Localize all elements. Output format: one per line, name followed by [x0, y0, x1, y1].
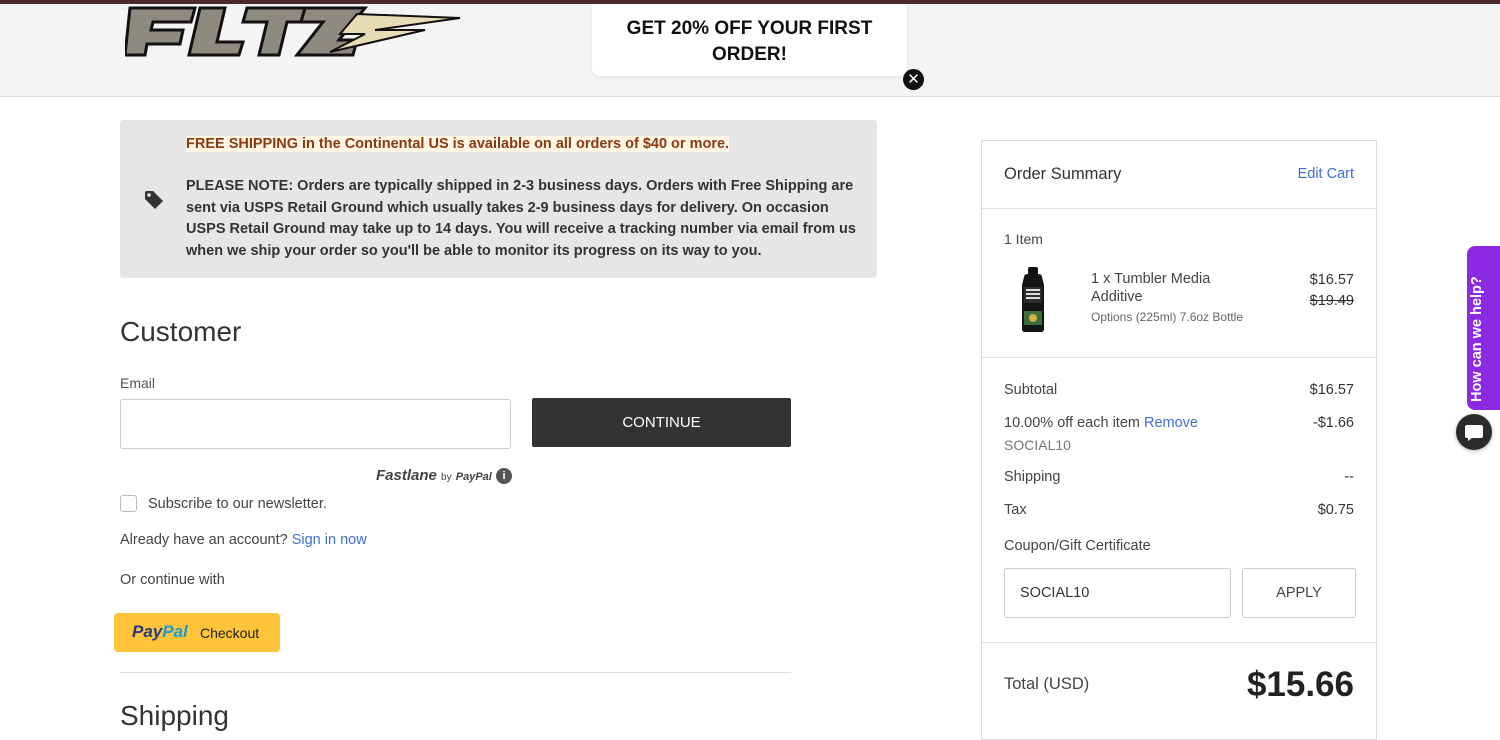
- product-price: $16.57: [1309, 272, 1354, 288]
- account-prompt-text: Already have an account?: [120, 532, 288, 548]
- discount-code: SOCIAL10: [1004, 437, 1071, 453]
- site-logo[interactable]: [123, 4, 465, 65]
- apply-coupon-button[interactable]: APPLY: [1242, 568, 1356, 618]
- discount-label: 10.00% off each item: [1004, 415, 1140, 431]
- free-shipping-text: FREE SHIPPING in the Continental US is a…: [186, 136, 730, 152]
- email-label: Email: [120, 375, 156, 391]
- fastlane-logo: Fastlane by PayPal: [376, 467, 492, 484]
- customer-heading: Customer: [120, 316, 242, 347]
- newsletter-label[interactable]: Subscribe to our newsletter.: [148, 496, 327, 512]
- account-prompt: Already have an account? Sign in now: [120, 532, 367, 548]
- total-value: $15.66: [1246, 665, 1354, 704]
- subtotal-label: Subtotal: [1004, 382, 1058, 398]
- sign-in-link[interactable]: Sign in now: [292, 532, 367, 548]
- shipping-heading: Shipping: [120, 700, 229, 731]
- paypal-logo: PayPal: [132, 622, 188, 641]
- paypal-checkout-label: Checkout: [200, 625, 260, 641]
- fastlane-paypal: PayPal: [455, 471, 492, 483]
- fastlane-brand: Fastlane: [376, 467, 437, 484]
- remove-discount-link[interactable]: Remove: [1144, 415, 1198, 431]
- total-label: Total (USD): [1004, 675, 1090, 693]
- discount-value: -$1.66: [1312, 415, 1354, 431]
- product-image: [1018, 265, 1048, 338]
- help-tab-label: How can we help?: [1469, 276, 1485, 402]
- tag-icon: [144, 190, 164, 215]
- promo-text: GET 20% OFF YOUR FIRST ORDER!: [626, 18, 873, 65]
- close-icon[interactable]: ✕: [903, 69, 924, 90]
- tax-value: $0.75: [1317, 502, 1354, 518]
- chat-icon[interactable]: [1456, 414, 1492, 450]
- subtotal-value: $16.57: [1309, 382, 1354, 398]
- paypal-checkout-button[interactable]: PayPal Checkout: [114, 613, 280, 652]
- shipping-note-text: PLEASE NOTE: Orders are typically shippe…: [186, 178, 856, 259]
- shipping-label: Shipping: [1004, 469, 1061, 485]
- email-field[interactable]: [120, 399, 511, 449]
- coupon-label: Coupon/Gift Certificate: [1004, 538, 1151, 554]
- product-options: Options (225ml) 7.6oz Bottle: [1091, 310, 1244, 324]
- section-divider: [120, 672, 791, 673]
- help-tab[interactable]: How can we help?: [1467, 246, 1500, 410]
- info-icon[interactable]: i: [496, 468, 512, 484]
- or-continue-text: Or continue with: [120, 572, 225, 588]
- order-summary: Order Summary Edit Cart 1 Item 1 x Tumbl…: [981, 140, 1377, 740]
- product-name: 1 x Tumbler Media Additive: [1091, 271, 1211, 305]
- fastlane-by: by: [441, 472, 452, 483]
- site-header: GET 20% OFF YOUR FIRST ORDER!: [0, 4, 1500, 97]
- summary-divider: [982, 642, 1376, 643]
- continue-button[interactable]: CONTINUE: [532, 398, 791, 447]
- shipping-notice: FREE SHIPPING in the Continental US is a…: [120, 120, 877, 278]
- discount-row: 10.00% off each item Remove: [1004, 415, 1198, 431]
- newsletter-checkbox[interactable]: [120, 495, 137, 512]
- summary-divider: [982, 357, 1376, 358]
- item-count: 1 Item: [1004, 231, 1043, 247]
- promo-banner[interactable]: GET 20% OFF YOUR FIRST ORDER!: [592, 4, 907, 76]
- shipping-value: --: [1344, 469, 1354, 485]
- coupon-field[interactable]: SOCIAL10: [1004, 568, 1231, 618]
- summary-divider: [982, 208, 1376, 209]
- order-summary-title: Order Summary: [1004, 165, 1122, 183]
- tax-label: Tax: [1004, 502, 1027, 518]
- product-original-price: $19.49: [1309, 293, 1354, 309]
- edit-cart-link[interactable]: Edit Cart: [1298, 166, 1354, 182]
